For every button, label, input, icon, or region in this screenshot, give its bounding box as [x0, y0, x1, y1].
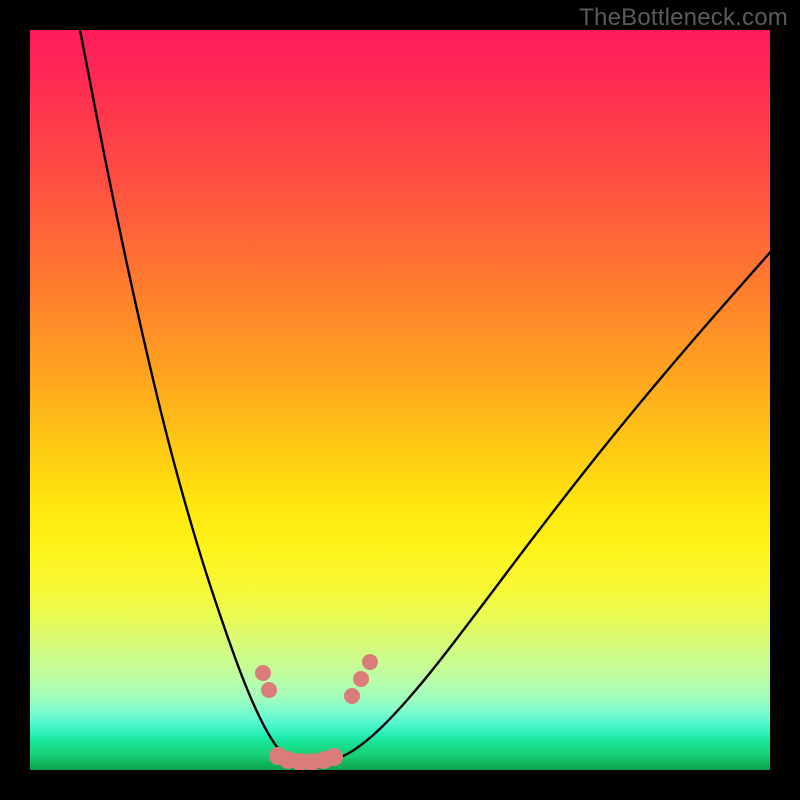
- marker-dot: [261, 682, 277, 698]
- bottleneck-right-curve: [330, 230, 770, 760]
- watermark-label: TheBottleneck.com: [579, 4, 788, 32]
- bottleneck-left-curve: [80, 30, 292, 760]
- marker-dot: [353, 671, 369, 687]
- marker-group: [255, 654, 378, 770]
- plot-area: [30, 30, 770, 770]
- marker-dot: [344, 688, 360, 704]
- marker-dot: [325, 748, 343, 766]
- marker-dot: [255, 665, 271, 681]
- curve-layer: [30, 30, 770, 770]
- marker-dot: [362, 654, 378, 670]
